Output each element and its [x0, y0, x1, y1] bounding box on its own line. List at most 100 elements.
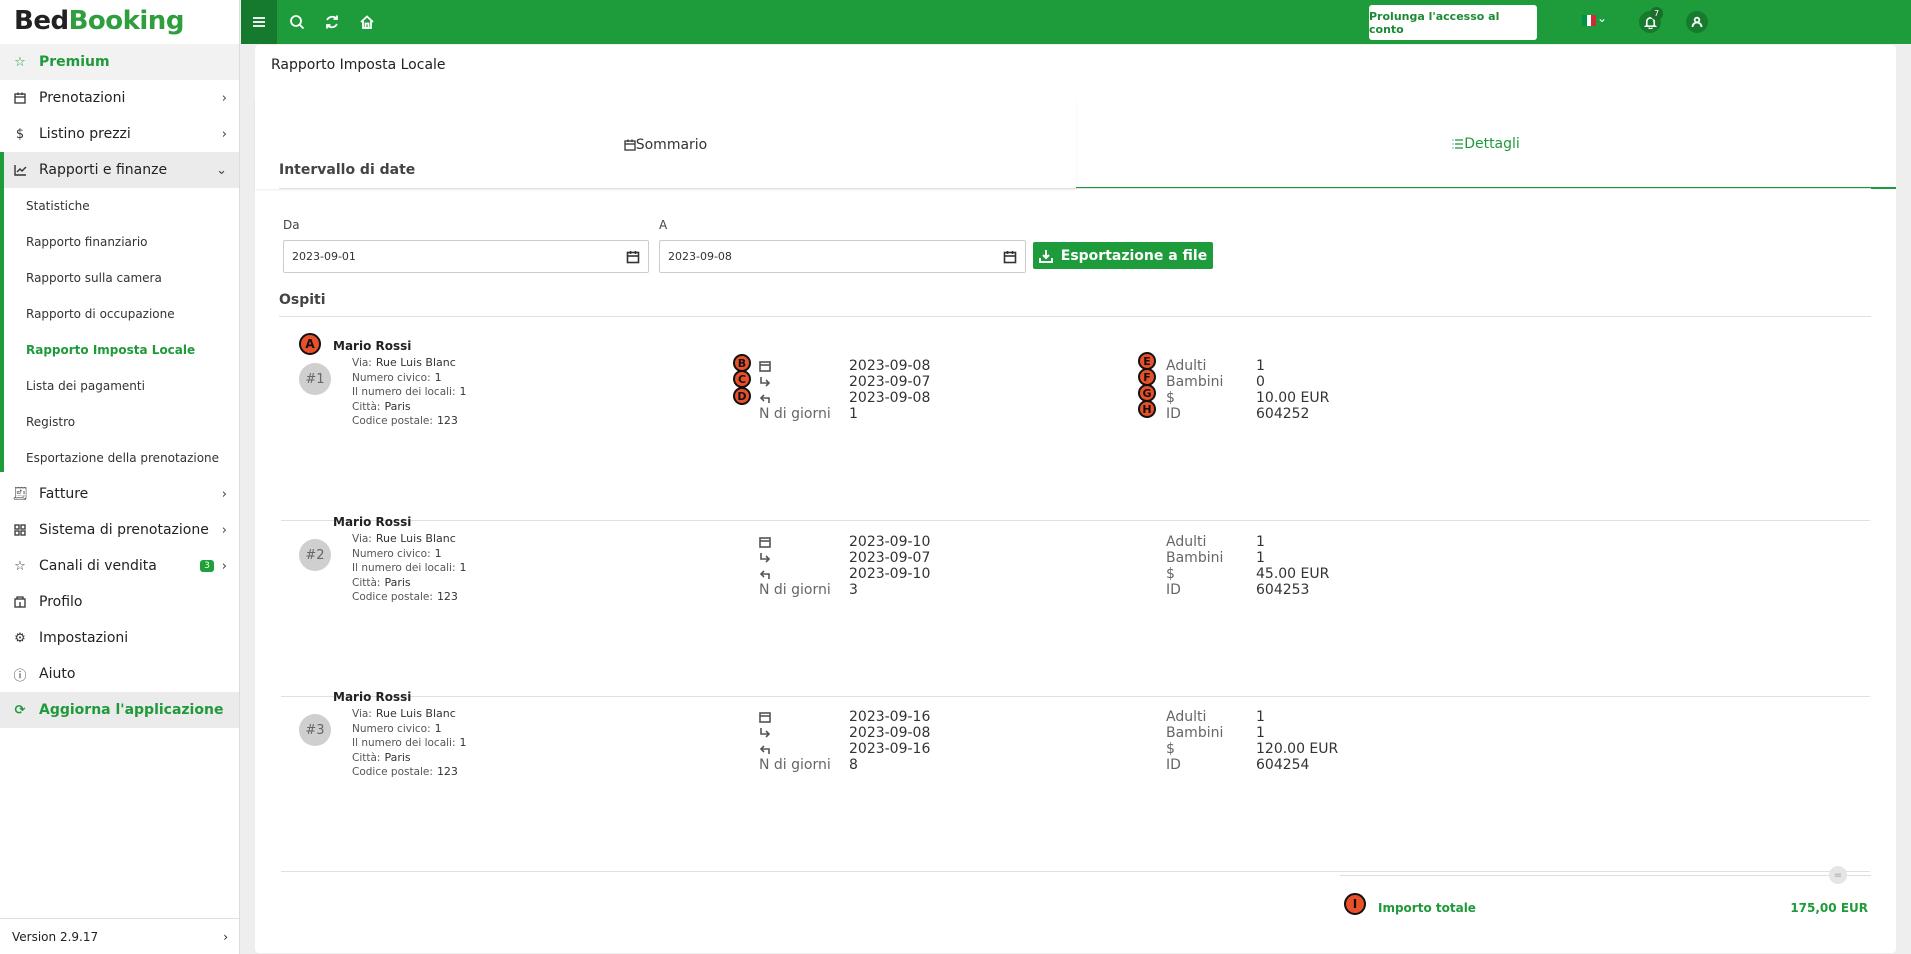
sidebar-subitem-rapporto-camera[interactable]: Rapporto sulla camera — [0, 260, 239, 296]
premises-value: 1 — [459, 385, 467, 398]
stay-date: 2023-09-08 — [849, 358, 931, 374]
guest-number-badge: #3 — [299, 714, 331, 746]
guest-address: Via: Rue Luis Blanc Numero civico: 1 Il nu… — [352, 707, 467, 780]
days-label: N di giorni — [759, 582, 831, 598]
to-date-input[interactable]: 2023-09-08 — [659, 240, 1026, 273]
adults-value: 1 — [1256, 358, 1265, 374]
sidebar-item-sistema-prenotazione[interactable]: Sistema di prenotazione › — [0, 512, 239, 548]
sidebar-item-label: Rapporti e finanze — [39, 162, 168, 178]
sidebar-subitem-rapporto-imposta-locale[interactable]: Rapporto Imposta Locale — [0, 332, 239, 368]
from-date-input[interactable]: 2023-09-01 — [283, 240, 649, 273]
children-label: Bambini — [1166, 725, 1224, 741]
export-file-button[interactable]: Esportazione a file — [1033, 242, 1213, 269]
sidebar-subitem-esportazione-prenotazione[interactable]: Esportazione della prenotazione — [0, 440, 239, 476]
app-logo[interactable]: BedBooking — [0, 0, 239, 44]
sidebar-item-listino-prezzi[interactable]: $ Listino prezzi › — [0, 116, 239, 152]
id-value: 604252 — [1256, 406, 1310, 422]
arrow-turn-down-right-icon — [760, 728, 771, 738]
civic-value: 1 — [434, 370, 442, 384]
sidebar-item-aiuto[interactable]: ⓘ Aiuto — [0, 656, 239, 692]
city-label: Città: — [352, 751, 381, 764]
version-row[interactable]: Version 2.9.17 › — [0, 918, 240, 954]
marker-d: D — [733, 387, 751, 405]
calendar-icon — [10, 92, 30, 104]
sidebar-subitem-statistiche[interactable]: Statistiche — [0, 188, 239, 224]
main-panel: Rapporto Imposta Locale Sommario Dettagl… — [255, 45, 1896, 953]
sidebar-item-profilo[interactable]: Profilo — [0, 584, 239, 620]
adults-value: 1 — [1256, 709, 1265, 725]
civic-label: Numero civico: — [352, 371, 431, 384]
chevron-right-icon: › — [221, 522, 227, 538]
civic-value: 1 — [434, 721, 442, 735]
refresh-icon: ⟳ — [14, 702, 26, 718]
marker-i: I — [1344, 893, 1366, 915]
refresh-icon — [326, 15, 338, 29]
chevron-down-icon[interactable]: ⌄ — [1597, 11, 1607, 25]
days-value: 1 — [849, 406, 858, 422]
to-date-value: 2023-09-08 — [668, 250, 732, 263]
stay-date: 2023-09-16 — [849, 709, 931, 725]
calendar-icon — [624, 139, 636, 151]
calendar-icon[interactable] — [626, 250, 640, 264]
user-icon — [1691, 16, 1703, 28]
star-icon: ☆ — [14, 54, 26, 70]
home-button[interactable] — [350, 0, 384, 44]
chevron-right-icon: › — [221, 558, 227, 574]
sidebar-subitem-rapporto-occupazione[interactable]: Rapporto di occupazione — [0, 296, 239, 332]
extend-access-button[interactable]: Prolunga l'accesso al conto — [1369, 5, 1537, 40]
italian-flag-icon[interactable] — [1582, 15, 1597, 26]
via-value: Rue Luis Blanc — [375, 707, 456, 720]
search-button[interactable] — [280, 0, 314, 44]
user-menu-button[interactable] — [1686, 11, 1708, 33]
city-value: Paris — [384, 399, 411, 413]
amount-label: $ — [1166, 390, 1175, 406]
sidebar-subitem-registro[interactable]: Registro — [0, 404, 239, 440]
sidebar-item-fatture[interactable]: 🧾︎ Fatture › — [0, 476, 239, 512]
chevron-right-icon: › — [223, 929, 228, 944]
guest-card: A Mario Rossi #1 Via: Rue Luis Blanc Nume… — [255, 330, 1896, 521]
total-toggle-button[interactable]: = — [1829, 866, 1847, 884]
amount-label: $ — [1166, 566, 1175, 582]
total-value: 175,00 EUR — [1790, 901, 1868, 915]
sidebar-item-aggiorna[interactable]: ⟳ Aggiorna l'applicazione — [0, 692, 239, 728]
city-value: Paris — [384, 575, 411, 589]
tab-dettagli[interactable]: Dettagli — [1076, 100, 1896, 189]
guests-heading: Ospiti — [279, 292, 326, 308]
guest-info: Adulti 1 Bambini 1 $120.00 EUR ID 604254 — [1166, 709, 1338, 773]
premises-label: Il numero dei locali: — [352, 562, 456, 574]
sidebar-item-prenotazioni[interactable]: Prenotazioni › — [0, 80, 239, 116]
premises-value: 1 — [459, 736, 467, 749]
postal-value: 123 — [436, 414, 458, 427]
sidebar-subitem-rapporto-finanziario[interactable]: Rapporto finanziario — [0, 224, 239, 260]
guest-number-badge: #1 — [299, 363, 331, 395]
sidebar-subitem-lista-pagamenti[interactable]: Lista dei pagamenti — [0, 368, 239, 404]
sidebar-item-premium[interactable]: ☆ Premium — [0, 44, 239, 80]
civic-value: 1 — [434, 546, 442, 560]
children-value: 1 — [1256, 550, 1265, 566]
hamburger-icon — [253, 17, 265, 27]
sidebar-item-impostazioni[interactable]: ⚙ Impostazioni — [0, 620, 239, 656]
divider — [279, 188, 1871, 189]
calendar-icon[interactable] — [1003, 250, 1017, 264]
amount-value: 10.00 EUR — [1256, 390, 1330, 406]
stay-details: 2023-09-10 2023-09-07 2023-09-10 N di gi… — [759, 534, 930, 598]
guest-info: Adulti 1 Bambini 1 $45.00 EUR ID 604253 — [1166, 534, 1329, 598]
checkout-date: 2023-09-16 — [849, 741, 931, 757]
refresh-button[interactable] — [315, 0, 349, 44]
city-label: Città: — [352, 576, 381, 589]
active-section-indicator — [0, 152, 4, 472]
id-label: ID — [1166, 406, 1181, 422]
info-icon: ⓘ — [13, 668, 27, 684]
sidebar-item-label: Aggiorna l'applicazione — [39, 702, 224, 718]
menu-toggle-button[interactable] — [241, 0, 277, 44]
sidebar-item-canali-vendita[interactable]: ☆ Canali di vendita 3 › — [0, 548, 239, 584]
stay-details: 2023-09-08 2023-09-07 2023-09-08 N di gi… — [759, 358, 930, 422]
checkin-date: 2023-09-07 — [849, 550, 931, 566]
id-value: 604254 — [1256, 757, 1310, 773]
star-icon: ☆ — [14, 558, 26, 574]
guest-card: Mario Rossi #3 Via: Rue Luis Blanc Numero… — [255, 681, 1896, 872]
checkout-date: 2023-09-08 — [849, 390, 931, 406]
postal-value: 123 — [436, 765, 458, 778]
guest-address: Via: Rue Luis Blanc Numero civico: 1 Il nu… — [352, 356, 467, 429]
sidebar-item-rapporti-e-finanze[interactable]: Rapporti e finanze ⌄ — [0, 152, 239, 188]
